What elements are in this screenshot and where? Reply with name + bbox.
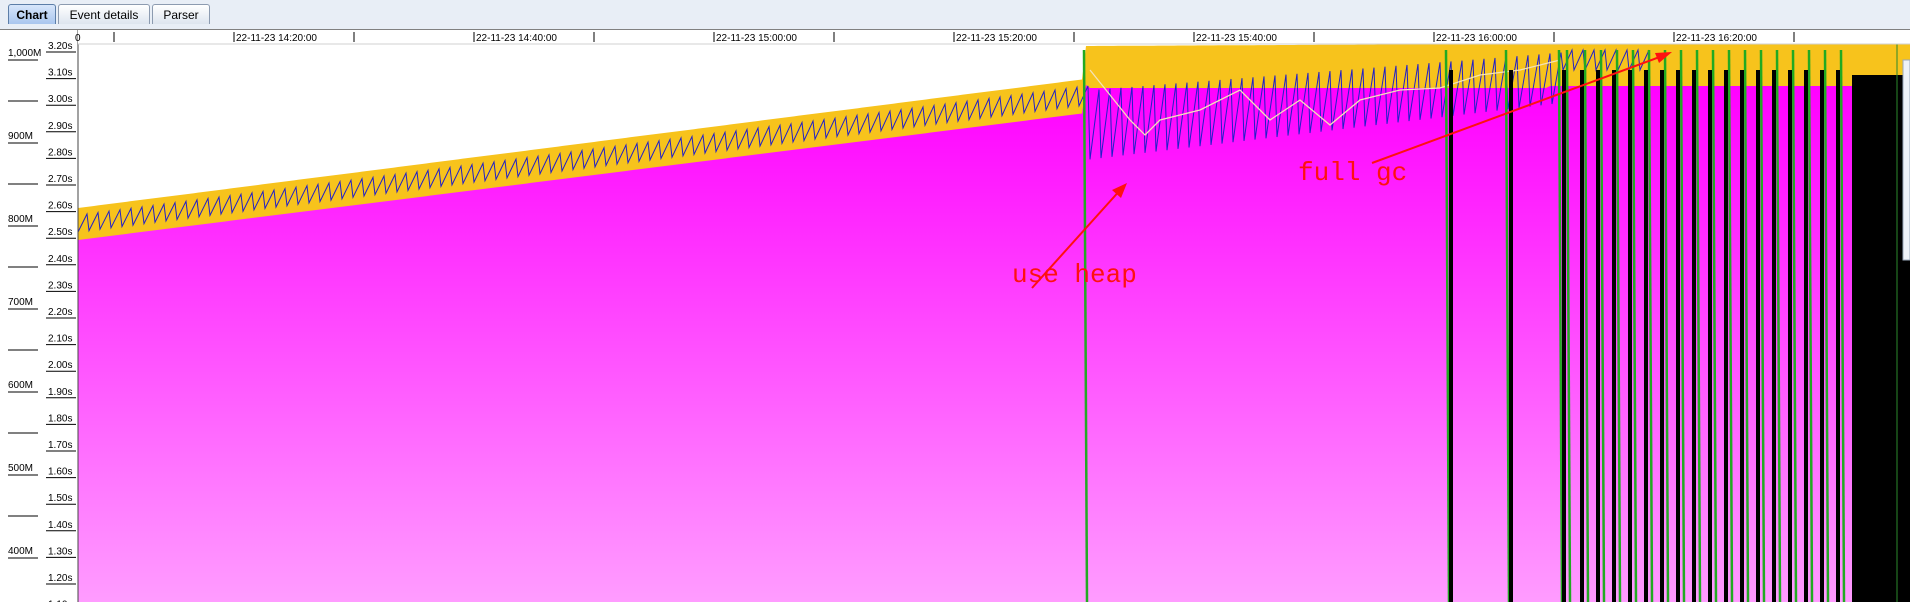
gc-pause-bar xyxy=(1804,70,1808,602)
time-label: 22-11-23 15:20:00 xyxy=(956,33,1037,44)
heap-tick-label: 600M xyxy=(8,380,33,391)
tab-bar: Chart Event details Parser xyxy=(0,0,1910,30)
pause-tick-label: 1.50s xyxy=(48,493,72,504)
use-heap-label: use heap xyxy=(1012,260,1137,290)
pause-tick-label: 2.70s xyxy=(48,174,72,185)
time-label: 22-11-23 16:00:00 xyxy=(1436,33,1517,44)
gc-chart[interactable]: 1,000M 900M 800M 700M 600M 500M 400M 3.20s 3.10s… xyxy=(0,30,1910,602)
tab-chart[interactable]: Chart xyxy=(8,4,56,24)
gc-pause-bar xyxy=(1644,70,1648,602)
gc-pause-block xyxy=(1852,75,1910,602)
gc-pause-bar xyxy=(1449,70,1453,602)
heap-tick-label: 500M xyxy=(8,463,33,474)
gc-pause-bar xyxy=(1562,70,1566,602)
heap-tick-label: 1,000M xyxy=(8,48,41,59)
pause-tick-label: 2.50s xyxy=(48,227,72,238)
heap-tick-label: 700M xyxy=(8,297,33,308)
heap-tick-label: 800M xyxy=(8,214,33,225)
pause-tick-label: 2.30s xyxy=(48,280,72,291)
time-label: 22-11-23 16:20:00 xyxy=(1676,33,1757,44)
pause-tick-label: 3.20s xyxy=(48,41,72,52)
pause-tick-label: 2.80s xyxy=(48,147,72,158)
plot-area xyxy=(77,30,1910,602)
time-label: 22-11-23 14:20:00 xyxy=(236,33,317,44)
gc-pause-bar xyxy=(1596,70,1600,602)
right-edge-marker xyxy=(1902,59,1910,261)
gc-pause-bar xyxy=(1612,70,1616,602)
tab-event-details[interactable]: Event details xyxy=(58,4,150,24)
pause-tick-label: 1.40s xyxy=(48,520,72,531)
time-label-first: 0 xyxy=(75,33,81,44)
gc-chart-panel[interactable]: 1,000M 900M 800M 700M 600M 500M 400M 3.20s 3.10s… xyxy=(0,29,1910,602)
pause-tick-label: 2.10s xyxy=(48,334,72,345)
pause-tick-label: 1.80s xyxy=(48,413,72,424)
gc-pause-bar xyxy=(1772,70,1776,602)
tab-parser[interactable]: Parser xyxy=(152,4,210,24)
gc-pause-bar xyxy=(1692,70,1696,602)
time-label: 22-11-23 15:40:00 xyxy=(1196,33,1277,44)
pause-tick-label: 1.90s xyxy=(48,387,72,398)
gc-pause-bar xyxy=(1660,70,1664,602)
time-label: 22-11-23 15:00:00 xyxy=(716,33,797,44)
pause-tick-label: 2.60s xyxy=(48,201,72,212)
time-label: 22-11-23 14:40:00 xyxy=(476,33,557,44)
gc-pause-bar xyxy=(1724,70,1728,602)
gc-pause-bar xyxy=(1708,70,1712,602)
pause-tick-label: 1.60s xyxy=(48,467,72,478)
gc-pause-bar xyxy=(1676,70,1680,602)
pause-tick-label: 2.00s xyxy=(48,360,72,371)
pause-tick-label: 2.90s xyxy=(48,121,72,132)
gc-pause-bar xyxy=(1740,70,1744,602)
gc-pause-bar xyxy=(1628,70,1632,602)
heap-tick-label: 400M xyxy=(8,546,33,557)
pause-tick-label: 1.70s xyxy=(48,440,72,451)
gc-pause-bar xyxy=(1788,70,1792,602)
heap-tick-label: 900M xyxy=(8,131,33,142)
pause-tick-label: 2.40s xyxy=(48,254,72,265)
gc-pause-bar xyxy=(1836,70,1840,602)
gc-pause-bar xyxy=(1820,70,1824,602)
pause-tick-label: 1.20s xyxy=(48,573,72,584)
pause-tick-label: 3.00s xyxy=(48,94,72,105)
pause-tick-label: 1.30s xyxy=(48,546,72,557)
gc-pause-bar xyxy=(1756,70,1760,602)
y-axes: 1,000M 900M 800M 700M 600M 500M 400M 3.20s 3.10s… xyxy=(0,30,79,602)
full-gc-label: full gc xyxy=(1298,158,1407,188)
gc-pause-bar xyxy=(1580,70,1584,602)
pause-tick-label: 3.10s xyxy=(48,68,72,79)
pause-tick-label: 2.20s xyxy=(48,307,72,318)
gc-pause-bar xyxy=(1509,70,1513,602)
